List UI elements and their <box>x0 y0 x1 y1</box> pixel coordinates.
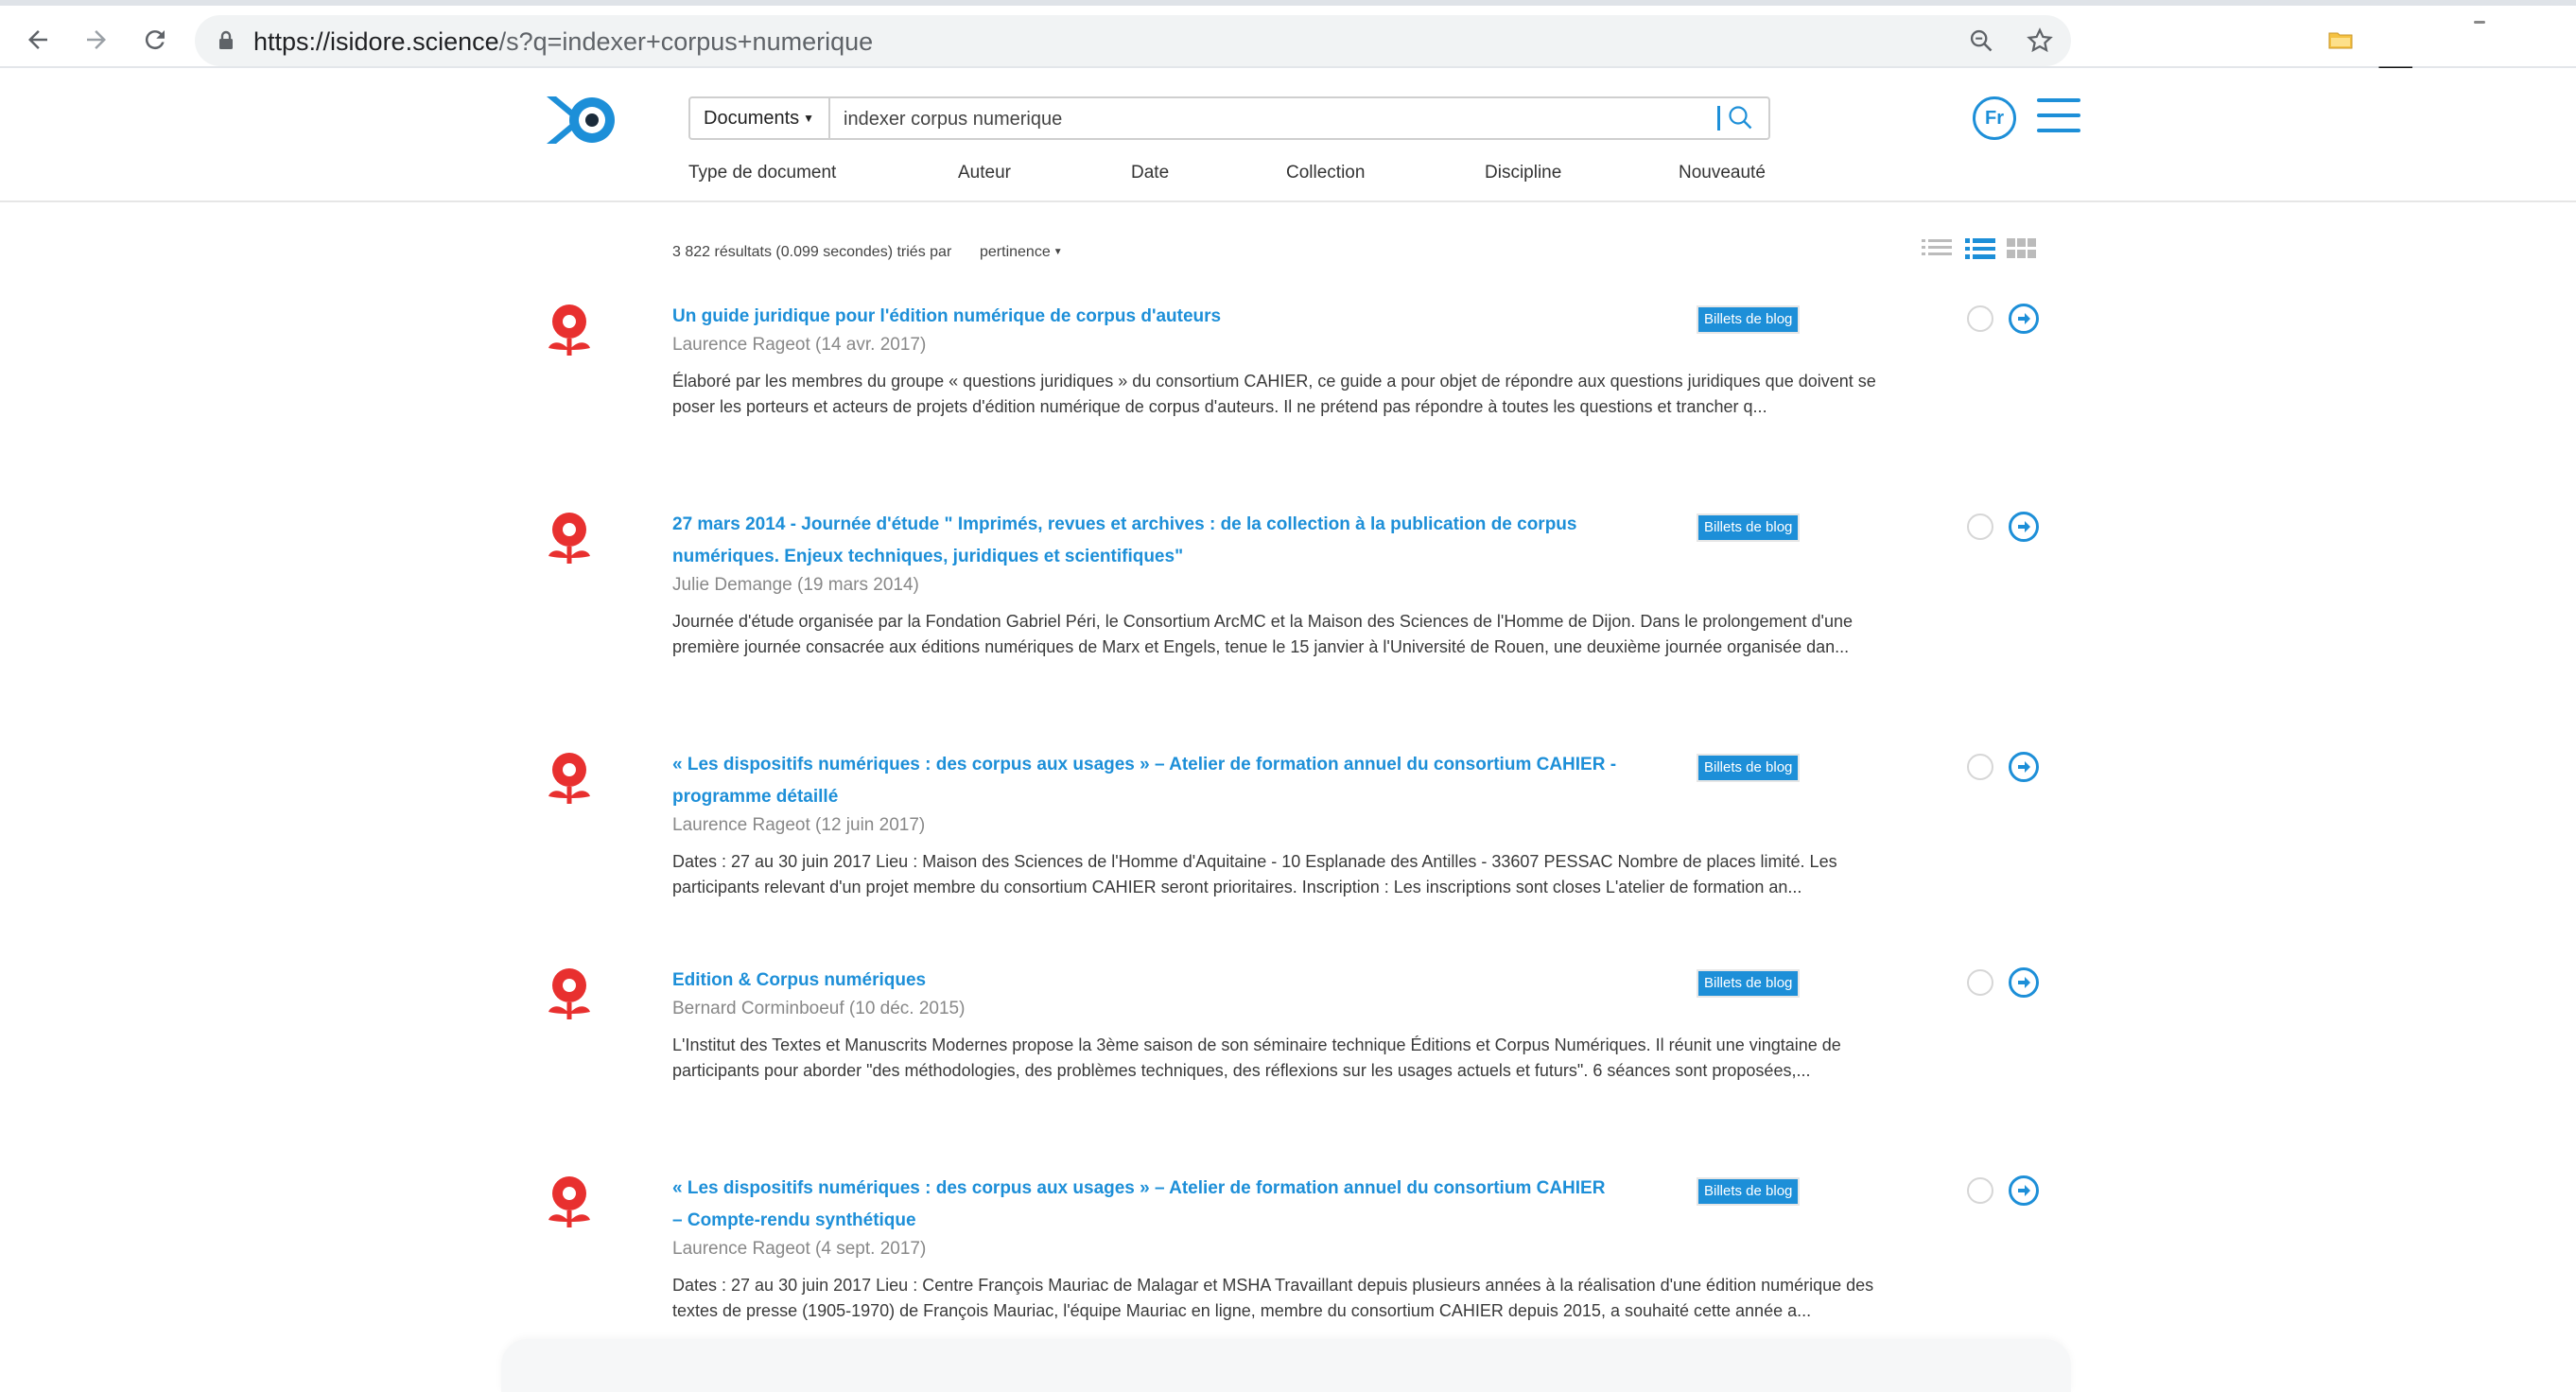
zoom-button[interactable] <box>1965 25 1997 57</box>
results-summary: 3 822 résultats (0.099 secondes) triés p… <box>672 244 952 260</box>
result-title-link[interactable]: « Les dispositifs numériques : des corpu… <box>672 749 1618 813</box>
extension-dash <box>2474 21 2485 24</box>
star-icon <box>2027 27 2053 53</box>
open-arrow-icon[interactable] <box>2009 967 2039 998</box>
result-description: Dates : 27 au 30 juin 2017 Lieu : Maison… <box>672 852 1837 896</box>
result-type-badge[interactable]: Billets de blog <box>1697 969 1801 998</box>
blog-source-icon <box>548 1176 590 1227</box>
blog-source-icon <box>548 304 590 356</box>
language-button[interactable]: Fr <box>1973 96 2016 140</box>
bookmark-icon[interactable] <box>1967 754 1993 780</box>
result-author: Laurence Rageot (14 avr. 2017) <box>672 335 927 355</box>
facet-document-type[interactable]: Type de document <box>688 163 836 183</box>
open-arrow-icon[interactable] <box>2009 752 2039 782</box>
facet-collection[interactable]: Collection <box>1286 163 1365 183</box>
search-scope-dropdown[interactable]: Documents ▼ <box>690 98 830 138</box>
caret-down-icon: ▼ <box>1053 247 1063 257</box>
result-author: Bernard Corminboeuf (10 déc. 2015) <box>672 999 966 1018</box>
arrow-left-icon <box>28 30 47 49</box>
result-title-link[interactable]: Un guide juridique pour l'édition numéri… <box>672 301 1618 333</box>
list-view-icon[interactable] <box>1922 236 1952 261</box>
open-arrow-icon[interactable] <box>2009 304 2039 334</box>
caret-down-icon: ▼ <box>803 112 815 125</box>
facet-date[interactable]: Date <box>1131 163 1169 183</box>
hamburger-menu-icon[interactable] <box>2037 96 2080 134</box>
blog-source-icon <box>548 753 590 804</box>
search-input[interactable] <box>842 98 1678 140</box>
grid-view-icon[interactable] <box>2007 236 2037 261</box>
open-arrow-icon[interactable] <box>2009 512 2039 542</box>
sort-label: pertinence <box>980 244 1051 260</box>
isidore-logo[interactable] <box>543 91 618 149</box>
bookmark-star-button[interactable] <box>2024 25 2056 57</box>
blog-source-icon <box>548 968 590 1019</box>
url-path: /s?q=indexer+corpus+numerique <box>498 27 874 56</box>
bookmark-icon[interactable] <box>1967 1177 1993 1204</box>
result-title-link[interactable]: Edition & Corpus numériques <box>672 965 1618 997</box>
site-header: Documents▼ Fr Type de document Auteur Da… <box>0 68 2576 202</box>
lock-icon <box>219 30 233 49</box>
search-cursor-bar <box>1717 106 1720 130</box>
url-text: https://isidore.science/s?q=indexer+corp… <box>253 27 873 57</box>
bookmark-icon[interactable] <box>1967 305 1993 332</box>
result-author: Julie Demange (19 mars 2014) <box>672 575 919 595</box>
result-author: Laurence Rageot (12 juin 2017) <box>672 815 926 835</box>
open-arrow-icon[interactable] <box>2009 1175 2039 1206</box>
zoom-icon <box>1970 29 1993 52</box>
reload-icon <box>145 30 165 50</box>
forward-button[interactable] <box>76 19 117 61</box>
reload-button[interactable] <box>134 19 176 61</box>
address-bar[interactable]: https://isidore.science/s?q=indexer+corp… <box>195 15 2071 66</box>
result-type-badge[interactable]: Billets de blog <box>1697 305 1801 334</box>
result-description: Dates : 27 au 30 juin 2017 Lieu : Centre… <box>672 1276 1874 1320</box>
url-host: https://isidore.science <box>253 27 499 56</box>
folder-icon[interactable] <box>2328 30 2353 49</box>
search-bar: Documents ▼ <box>688 96 1770 140</box>
result-title-link[interactable]: 27 mars 2014 - Journée d'étude " Imprimé… <box>672 509 1618 573</box>
facet-discipline[interactable]: Discipline <box>1485 163 1561 183</box>
detailed-list-view-icon[interactable] <box>1965 236 1995 261</box>
result-author: Laurence Rageot (4 sept. 2017) <box>672 1239 927 1259</box>
result-title-link[interactable]: « Les dispositifs numériques : des corpu… <box>672 1173 1618 1237</box>
result-description: L'Institut des Textes et Manuscrits Mode… <box>672 1035 1841 1080</box>
result-description: Élaboré par les membres du groupe « ques… <box>672 372 1876 416</box>
arrow-right-icon <box>87 30 106 49</box>
search-icon[interactable] <box>1725 102 1757 134</box>
result-type-badge[interactable]: Billets de blog <box>1697 1177 1801 1206</box>
search-scope-label: Documents <box>704 108 800 129</box>
bottom-overlay-panel <box>501 1339 2071 1392</box>
result-description: Journée d'étude organisée par la Fondati… <box>672 612 1853 656</box>
result-type-badge[interactable]: Billets de blog <box>1697 754 1801 782</box>
bookmark-icon[interactable] <box>1967 513 1993 540</box>
page: https://isidore.science/s?q=indexer+corp… <box>0 0 2576 1392</box>
sort-dropdown[interactable]: pertinence ▼ <box>980 244 1063 261</box>
facet-author[interactable]: Auteur <box>958 163 1011 183</box>
back-button[interactable] <box>17 19 59 61</box>
facet-new[interactable]: Nouveauté <box>1679 163 1766 183</box>
bookmark-icon[interactable] <box>1967 969 1993 996</box>
browser-toolbar: https://isidore.science/s?q=indexer+corp… <box>0 6 2576 68</box>
blog-source-icon <box>548 513 590 564</box>
result-type-badge[interactable]: Billets de blog <box>1697 513 1801 542</box>
